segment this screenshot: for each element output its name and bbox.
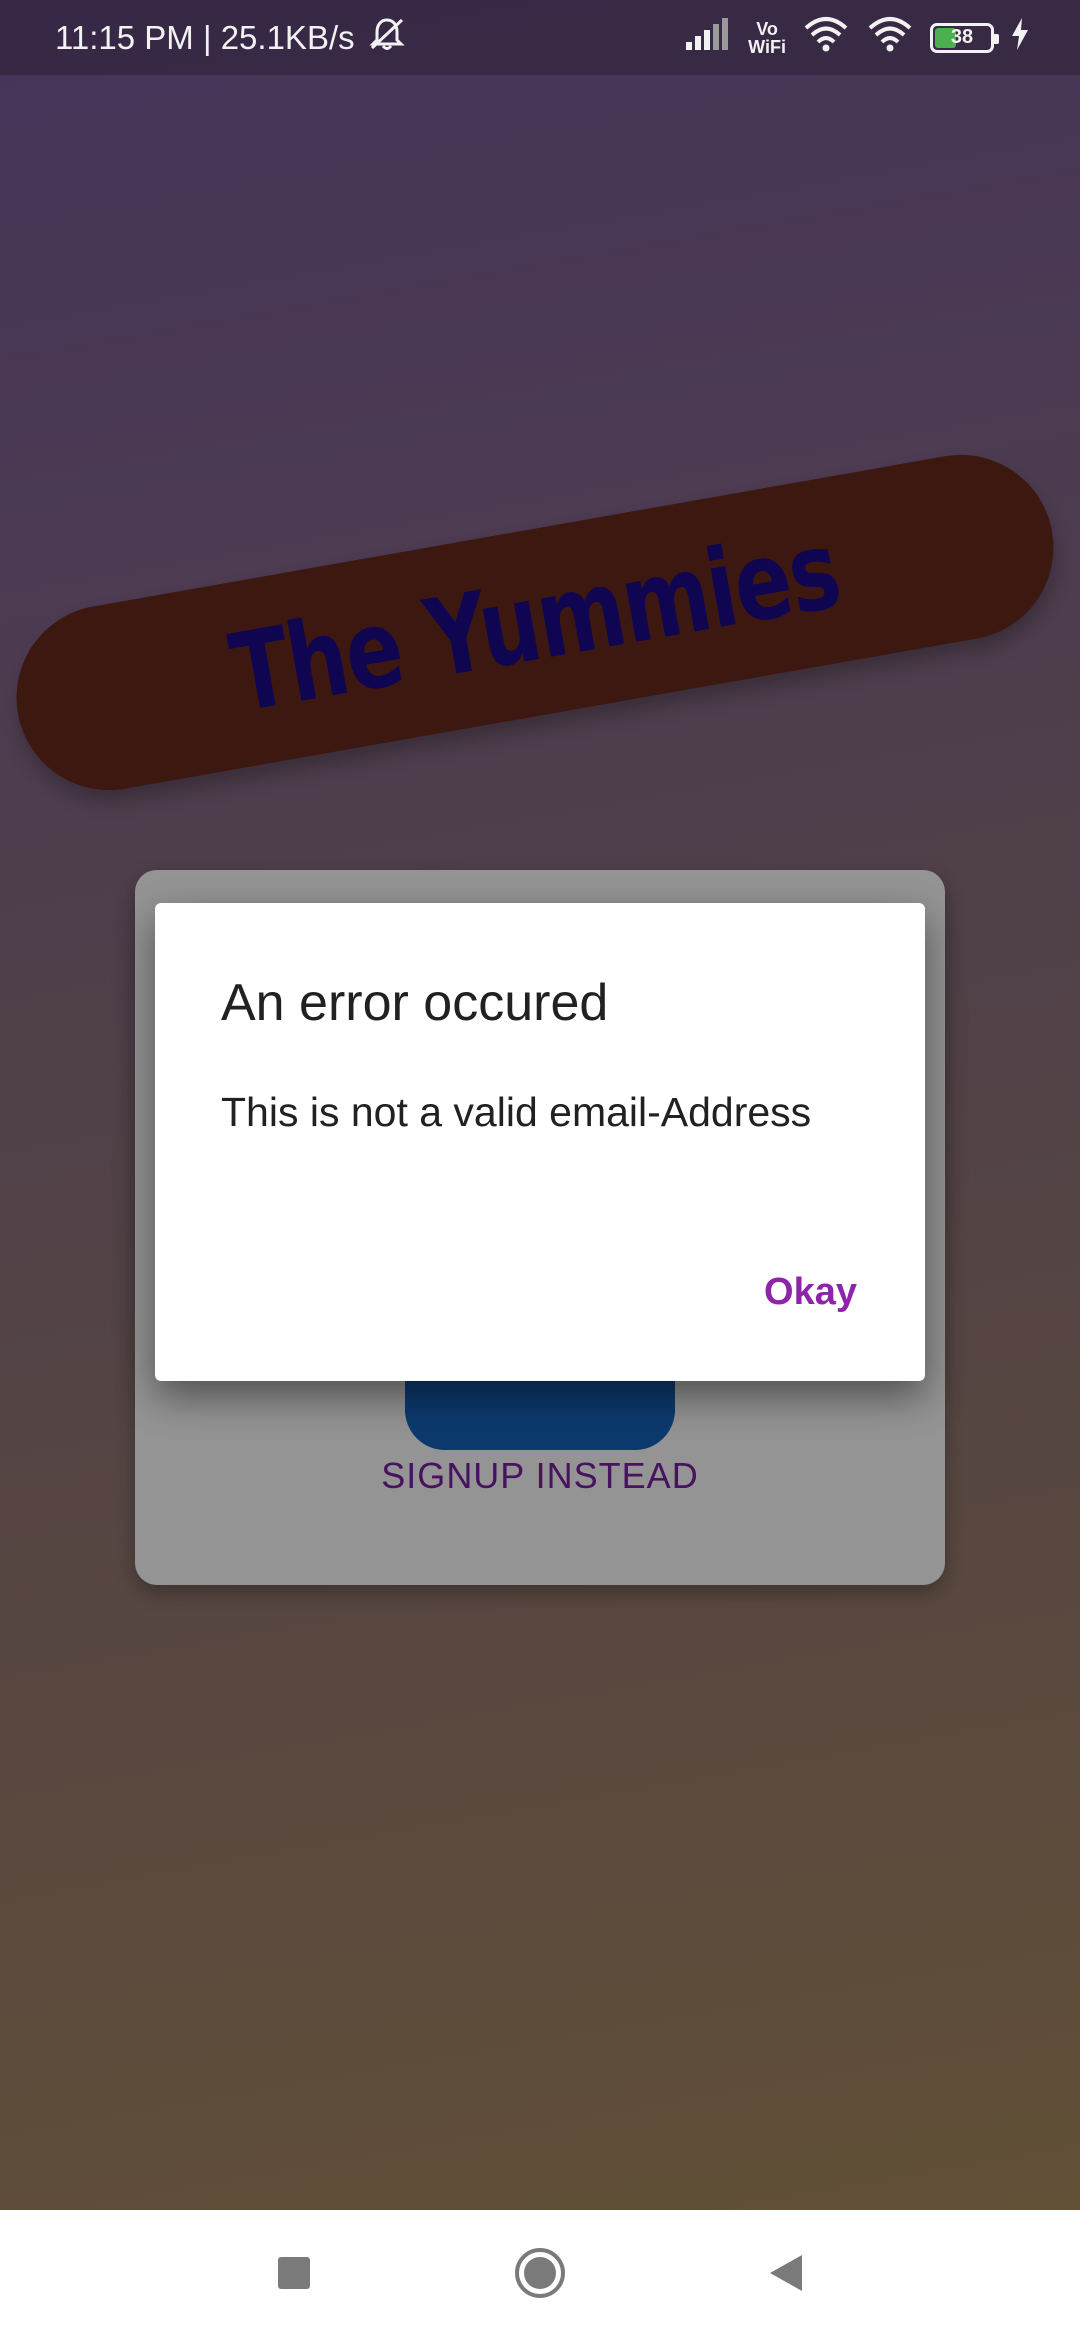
recents-icon (276, 2255, 312, 2296)
battery-icon: 38 (930, 22, 999, 53)
status-bar: 11:15 PM | 25.1KB/s Vo WiFi 38 (0, 0, 1080, 75)
recents-button[interactable] (266, 2247, 322, 2303)
back-button[interactable] (758, 2247, 814, 2303)
back-icon (768, 2253, 804, 2298)
okay-button[interactable]: Okay (764, 1271, 857, 1314)
home-button[interactable] (512, 2247, 568, 2303)
charging-icon (1010, 17, 1030, 58)
wifi-icon (802, 16, 850, 60)
navigation-bar (0, 2210, 1080, 2340)
status-time-speed: 11:15 PM | 25.1KB/s (55, 18, 355, 56)
vowifi-indicator: Vo WiFi (748, 18, 786, 57)
signal-icon (684, 17, 732, 58)
mute-icon (367, 16, 407, 60)
dialog-title: An error occured (221, 974, 609, 1032)
dialog-message: This is not a valid email-Address (221, 1089, 812, 1135)
home-icon (514, 2247, 566, 2304)
error-dialog: An error occured This is not a valid ema… (155, 903, 925, 1381)
hotspot-icon (866, 16, 914, 60)
